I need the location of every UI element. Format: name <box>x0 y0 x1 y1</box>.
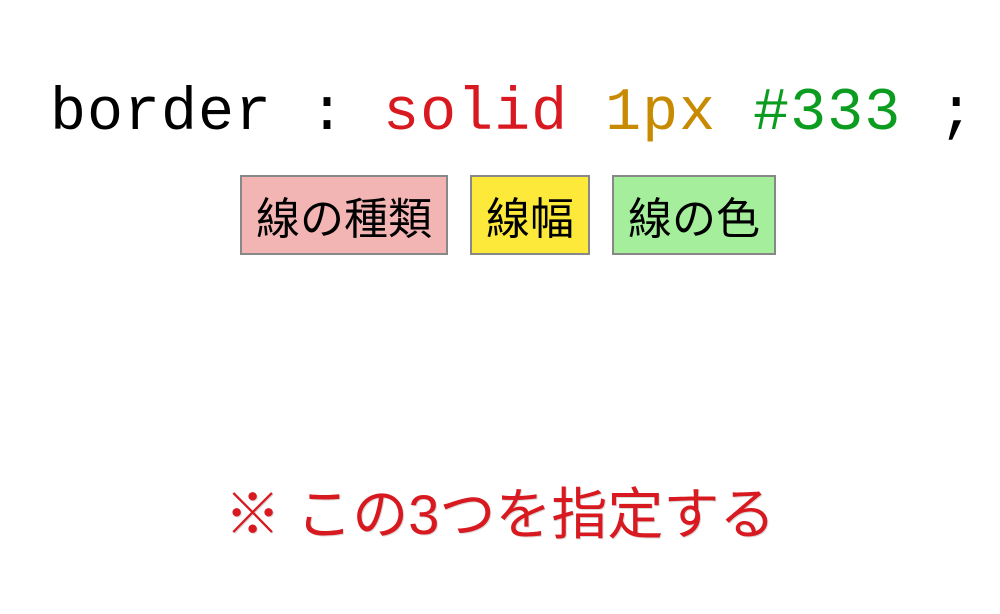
css-property: border <box>50 80 272 148</box>
css-semicolon: ; <box>901 80 975 148</box>
css-border-style: solid <box>383 80 568 148</box>
css-code-line: border : solid 1px #333 ; <box>50 80 975 148</box>
note-text: ※ この3つを指定する <box>0 470 1000 551</box>
css-space <box>568 80 605 148</box>
labels-row: 線の種類 線幅 線の色 <box>240 175 776 255</box>
css-space <box>716 80 753 148</box>
label-border-color: 線の色 <box>612 175 776 255</box>
label-border-width: 線幅 <box>470 175 590 255</box>
css-colon: : <box>272 80 383 148</box>
css-border-color: #333 <box>753 80 901 148</box>
css-border-width: 1px <box>605 80 716 148</box>
label-border-style: 線の種類 <box>240 175 448 255</box>
